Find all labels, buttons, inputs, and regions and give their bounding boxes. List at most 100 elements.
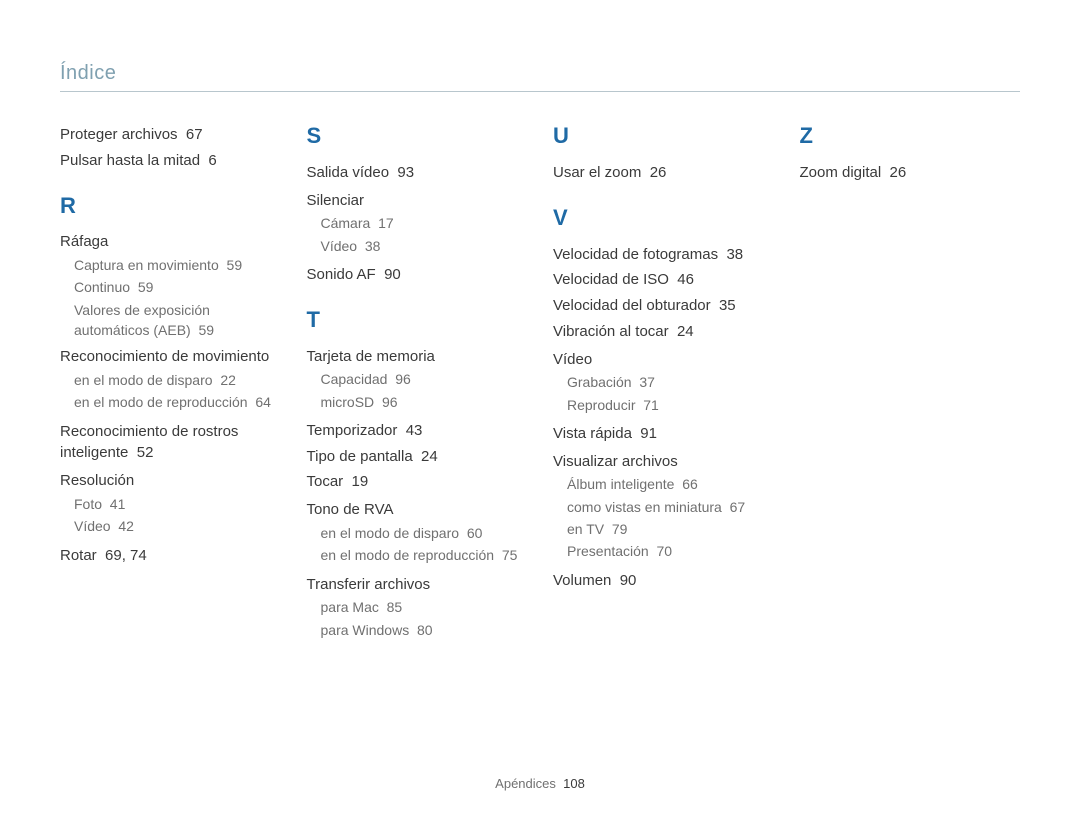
entry-page: 22: [220, 372, 236, 388]
entry-page: 64: [255, 394, 271, 410]
entry-text: microSD: [321, 394, 375, 410]
footer-section: Apéndices: [495, 776, 556, 791]
index-entry[interactable]: Velocidad de fotogramas 38: [553, 244, 774, 266]
entry-page: 35: [719, 297, 736, 314]
entry-page: 19: [352, 473, 369, 490]
index-subentry[interactable]: Grabación 37: [567, 372, 774, 392]
entry-text: en el modo de reproducción: [321, 547, 495, 563]
entry-page: 17: [378, 215, 394, 231]
entry-text: Velocidad de ISO: [553, 271, 669, 288]
entry-page: 80: [417, 622, 433, 638]
entry-text: en el modo de disparo: [321, 525, 460, 541]
entry-page: 43: [406, 422, 423, 439]
entry-page: 85: [387, 599, 403, 615]
entry-text: para Windows: [321, 622, 410, 638]
page-title: Índice: [60, 62, 1020, 85]
index-subentry[interactable]: Continuo 59: [74, 277, 281, 297]
entry-page: 37: [639, 374, 655, 390]
entry-page: 91: [640, 425, 657, 442]
entry-page: 38: [365, 238, 381, 254]
index-column-1: Proteger archivos 67 Pulsar hasta la mit…: [60, 120, 281, 642]
index-subentry[interactable]: Captura en movimiento 59: [74, 255, 281, 275]
index-entry[interactable]: Vibración al tocar 24: [553, 321, 774, 343]
index-subentry[interactable]: Álbum inteligente 66: [567, 474, 774, 494]
index-subhead: Visualizar archivos: [553, 451, 774, 473]
entry-page: 24: [677, 323, 694, 340]
entry-text: Pulsar hasta la mitad: [60, 152, 200, 169]
index-subhead: Tono de RVA: [307, 499, 528, 521]
index-subhead: Ráfaga: [60, 231, 281, 253]
index-subentry[interactable]: en el modo de reproducción 75: [321, 545, 528, 565]
entry-text: Álbum inteligente: [567, 476, 674, 492]
index-letter-s: S: [307, 120, 528, 152]
entry-page: 52: [137, 444, 154, 461]
entry-text: en el modo de disparo: [74, 372, 213, 388]
index-subentry[interactable]: Vídeo 38: [321, 236, 528, 256]
index-subhead: Reconocimiento de movimiento: [60, 346, 281, 368]
entry-text: Tipo de pantalla: [307, 448, 413, 465]
index-subhead: Transferir archivos: [307, 574, 528, 596]
entry-text: Vista rápida: [553, 425, 632, 442]
index-subentry[interactable]: como vistas en miniatura 67: [567, 497, 774, 517]
index-subentry[interactable]: Foto 41: [74, 494, 281, 514]
index-entry[interactable]: Usar el zoom 26: [553, 162, 774, 184]
entry-page: 6: [208, 152, 216, 169]
index-entry[interactable]: Vista rápida 91: [553, 423, 774, 445]
index-subentry[interactable]: Valores de exposición automáticos (AEB) …: [74, 300, 281, 341]
index-subentry[interactable]: para Mac 85: [321, 597, 528, 617]
index-subentry[interactable]: en TV 79: [567, 519, 774, 539]
index-subentry[interactable]: Presentación 70: [567, 541, 774, 561]
index-subentry[interactable]: Reproducir 71: [567, 395, 774, 415]
entry-text: Usar el zoom: [553, 164, 641, 181]
entry-text: como vistas en miniatura: [567, 499, 722, 515]
entry-text: en TV: [567, 521, 604, 537]
index-columns: Proteger archivos 67 Pulsar hasta la mit…: [60, 120, 1020, 642]
entry-page: 46: [677, 271, 694, 288]
index-subentry[interactable]: en el modo de disparo 60: [321, 523, 528, 543]
index-entry[interactable]: Rotar 69, 74: [60, 545, 281, 567]
index-letter-u: U: [553, 120, 774, 152]
index-column-3: U Usar el zoom 26 V Velocidad de fotogra…: [553, 120, 774, 642]
index-entry[interactable]: Temporizador 43: [307, 420, 528, 442]
index-entry[interactable]: Velocidad del obturador 35: [553, 295, 774, 317]
index-entry[interactable]: Proteger archivos 67: [60, 124, 281, 146]
index-entry[interactable]: Velocidad de ISO 46: [553, 269, 774, 291]
entry-page: 67: [730, 499, 746, 515]
entry-text: Velocidad del obturador: [553, 297, 711, 314]
entry-page: 66: [682, 476, 698, 492]
entry-page: 75: [502, 547, 518, 563]
entry-page: 26: [650, 164, 667, 181]
index-entry[interactable]: Sonido AF 90: [307, 264, 528, 286]
index-subentry[interactable]: Capacidad 96: [321, 369, 528, 389]
index-subentry[interactable]: microSD 96: [321, 392, 528, 412]
index-entry[interactable]: Zoom digital 26: [800, 162, 1021, 184]
entry-page: 93: [397, 164, 414, 181]
index-subhead: Silenciar: [307, 190, 528, 212]
index-subentry[interactable]: Cámara 17: [321, 213, 528, 233]
index-entry[interactable]: Volumen 90: [553, 570, 774, 592]
index-subentry[interactable]: en el modo de reproducción 64: [74, 392, 281, 412]
index-page: Índice Proteger archivos 67 Pulsar hasta…: [0, 0, 1080, 815]
index-column-4: Z Zoom digital 26: [800, 120, 1021, 642]
index-subentry[interactable]: para Windows 80: [321, 620, 528, 640]
entry-text: Vídeo: [74, 518, 111, 534]
entry-text: Sonido AF: [307, 266, 376, 283]
index-subentry[interactable]: en el modo de disparo 22: [74, 370, 281, 390]
entry-text: para Mac: [321, 599, 379, 615]
index-entry[interactable]: Salida vídeo 93: [307, 162, 528, 184]
entry-page: 59: [199, 322, 215, 338]
index-entry[interactable]: Tocar 19: [307, 471, 528, 493]
index-subhead: Vídeo: [553, 349, 774, 371]
entry-text: Cámara: [321, 215, 371, 231]
index-subentry[interactable]: Vídeo 42: [74, 516, 281, 536]
entry-text: Valores de exposición automáticos (AEB): [74, 302, 210, 338]
index-entry[interactable]: Reconocimiento de rostros inteligente 52: [60, 421, 281, 465]
entry-text: Captura en movimiento: [74, 257, 219, 273]
footer-page-number: 108: [563, 776, 585, 791]
index-entry[interactable]: Tipo de pantalla 24: [307, 446, 528, 468]
entry-page: 41: [110, 496, 126, 512]
entry-page: 79: [612, 521, 628, 537]
entry-text: Rotar: [60, 547, 97, 564]
index-entry[interactable]: Pulsar hasta la mitad 6: [60, 150, 281, 172]
entry-text: Grabación: [567, 374, 632, 390]
